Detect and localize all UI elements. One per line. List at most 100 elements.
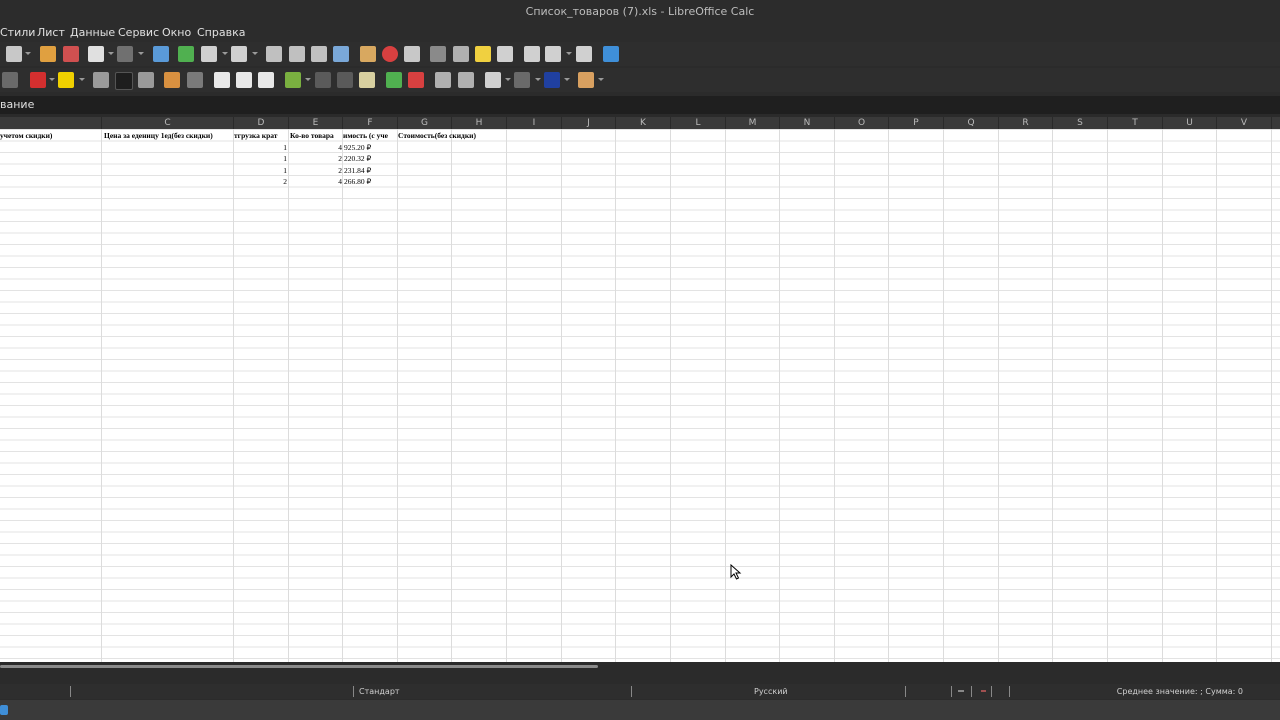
paste-dropdown-icon[interactable] — [25, 52, 31, 55]
pivot-table-icon[interactable] — [404, 46, 420, 62]
redo-icon[interactable] — [117, 46, 133, 62]
cell-e4[interactable]: 2 — [289, 165, 342, 176]
document-modified-icon[interactable] — [981, 690, 986, 692]
freeze-rows-columns-icon[interactable] — [545, 46, 561, 62]
borders-icon[interactable] — [485, 72, 501, 88]
define-print-area-icon[interactable] — [524, 46, 540, 62]
align-left-icon[interactable] — [93, 72, 109, 88]
cell-e3[interactable]: 2 — [289, 153, 342, 164]
border-color-dropdown-icon[interactable] — [564, 78, 570, 81]
align-right-icon[interactable] — [138, 72, 154, 88]
headers-footers-icon[interactable] — [497, 46, 513, 62]
column-header-h[interactable]: H — [452, 117, 507, 129]
undo-icon[interactable] — [88, 46, 104, 62]
menu-sheet[interactable]: Лист — [37, 26, 65, 39]
menu-data[interactable]: Данные — [70, 26, 115, 39]
column-header-l[interactable]: L — [671, 117, 726, 129]
comment-icon[interactable] — [475, 46, 491, 62]
header-cell-b[interactable]: учетом скидки) — [0, 130, 100, 141]
cell-e2[interactable]: 4 — [289, 142, 342, 153]
borders-dropdown-icon[interactable] — [505, 78, 511, 81]
cell-f5[interactable]: 266.80 ₽ — [344, 176, 396, 187]
column-header-j[interactable]: J — [562, 117, 616, 129]
insert-chart-icon[interactable] — [382, 46, 398, 62]
menu-window[interactable]: Окно — [162, 26, 191, 39]
cell-f4[interactable]: 231.84 ₽ — [344, 165, 396, 176]
autofilter-icon[interactable] — [333, 46, 349, 62]
page-style-label[interactable]: Стандарт — [359, 684, 400, 699]
increase-indent-icon[interactable] — [435, 72, 451, 88]
row-dropdown-icon[interactable] — [222, 52, 228, 55]
column-header-e[interactable]: E — [289, 117, 343, 129]
add-decimal-place-icon[interactable] — [386, 72, 402, 88]
find-replace-icon[interactable] — [153, 46, 169, 62]
horizontal-scrollbar[interactable] — [0, 662, 1280, 670]
split-window-icon[interactable] — [576, 46, 592, 62]
column-header-s[interactable]: S — [1053, 117, 1108, 129]
align-top-icon[interactable] — [214, 72, 230, 88]
column-header-b[interactable] — [0, 117, 102, 129]
undo-dropdown-icon[interactable] — [108, 52, 114, 55]
font-color-icon[interactable] — [30, 72, 46, 88]
header-cell-g[interactable]: Стоимость(без скидки) — [398, 130, 498, 141]
column-header-u[interactable]: U — [1163, 117, 1217, 129]
header-cell-f[interactable]: имость (с уче — [343, 130, 397, 141]
column-icon[interactable] — [231, 46, 247, 62]
highlighting-color-icon[interactable] — [58, 72, 74, 88]
special-character-icon[interactable] — [430, 46, 446, 62]
cell-f3[interactable]: 220.32 ₽ — [344, 153, 396, 164]
column-header-t[interactable]: T — [1108, 117, 1163, 129]
spreadsheet-grid[interactable]: учетом скидки) Цена за еденицу 1ед(без с… — [0, 129, 1280, 662]
column-header-p[interactable]: P — [889, 117, 944, 129]
column-header-o[interactable]: O — [835, 117, 889, 129]
hyperlink-icon[interactable] — [453, 46, 469, 62]
spellcheck-icon[interactable] — [178, 46, 194, 62]
column-header-f[interactable]: F — [343, 117, 398, 129]
underline-icon[interactable] — [2, 72, 18, 88]
column-header-v[interactable]: V — [1217, 117, 1272, 129]
header-cell-c[interactable]: Цена за еденицу 1ед(без скидки) — [104, 130, 232, 141]
header-cell-d[interactable]: тгрузка крат — [234, 130, 288, 141]
cell-f2[interactable]: 925.20 ₽ — [344, 142, 396, 153]
paste-icon[interactable] — [6, 46, 22, 62]
sort-ascending-icon[interactable] — [289, 46, 305, 62]
column-header-n[interactable]: N — [780, 117, 835, 129]
date-format-icon[interactable] — [359, 72, 375, 88]
app-launcher-icon[interactable] — [0, 705, 8, 715]
conditional-format-dropdown-icon[interactable] — [598, 78, 604, 81]
show-draw-functions-icon[interactable] — [603, 46, 619, 62]
column-header-d[interactable]: D — [234, 117, 289, 129]
currency-dropdown-icon[interactable] — [305, 78, 311, 81]
menu-help[interactable]: Справка — [197, 26, 245, 39]
column-header-k[interactable]: K — [616, 117, 671, 129]
column-header-g[interactable]: G — [398, 117, 452, 129]
border-style-dropdown-icon[interactable] — [535, 78, 541, 81]
column-header-r[interactable]: R — [999, 117, 1053, 129]
column-header-i[interactable]: I — [507, 117, 562, 129]
column-header-q[interactable]: Q — [944, 117, 999, 129]
clone-formatting-icon[interactable] — [40, 46, 56, 62]
border-color-icon[interactable] — [544, 72, 560, 88]
menu-styles[interactable]: Стили — [0, 26, 35, 39]
decrease-indent-icon[interactable] — [458, 72, 474, 88]
horizontal-scrollbar-thumb[interactable] — [0, 665, 598, 668]
selection-mode-icon[interactable] — [958, 690, 964, 692]
conditional-format-icon[interactable] — [578, 72, 594, 88]
header-cell-e[interactable]: Ко-во товара — [290, 130, 342, 141]
merge-center-icon[interactable] — [187, 72, 203, 88]
cell-d4[interactable]: 1 — [234, 165, 287, 176]
sort-icon[interactable] — [266, 46, 282, 62]
align-bottom-icon[interactable] — [258, 72, 274, 88]
insert-image-icon[interactable] — [360, 46, 376, 62]
row-icon[interactable] — [201, 46, 217, 62]
language-label[interactable]: Русский — [754, 684, 788, 699]
align-center-icon[interactable] — [115, 72, 133, 90]
formula-input[interactable]: вание — [0, 96, 34, 114]
center-vertically-icon[interactable] — [236, 72, 252, 88]
border-style-icon[interactable] — [514, 72, 530, 88]
column-header-c[interactable]: C — [102, 117, 234, 129]
cell-e5[interactable]: 4 — [289, 176, 342, 187]
highlighting-dropdown-icon[interactable] — [79, 78, 85, 81]
column-dropdown-icon[interactable] — [252, 52, 258, 55]
cell-d2[interactable]: 1 — [234, 142, 287, 153]
